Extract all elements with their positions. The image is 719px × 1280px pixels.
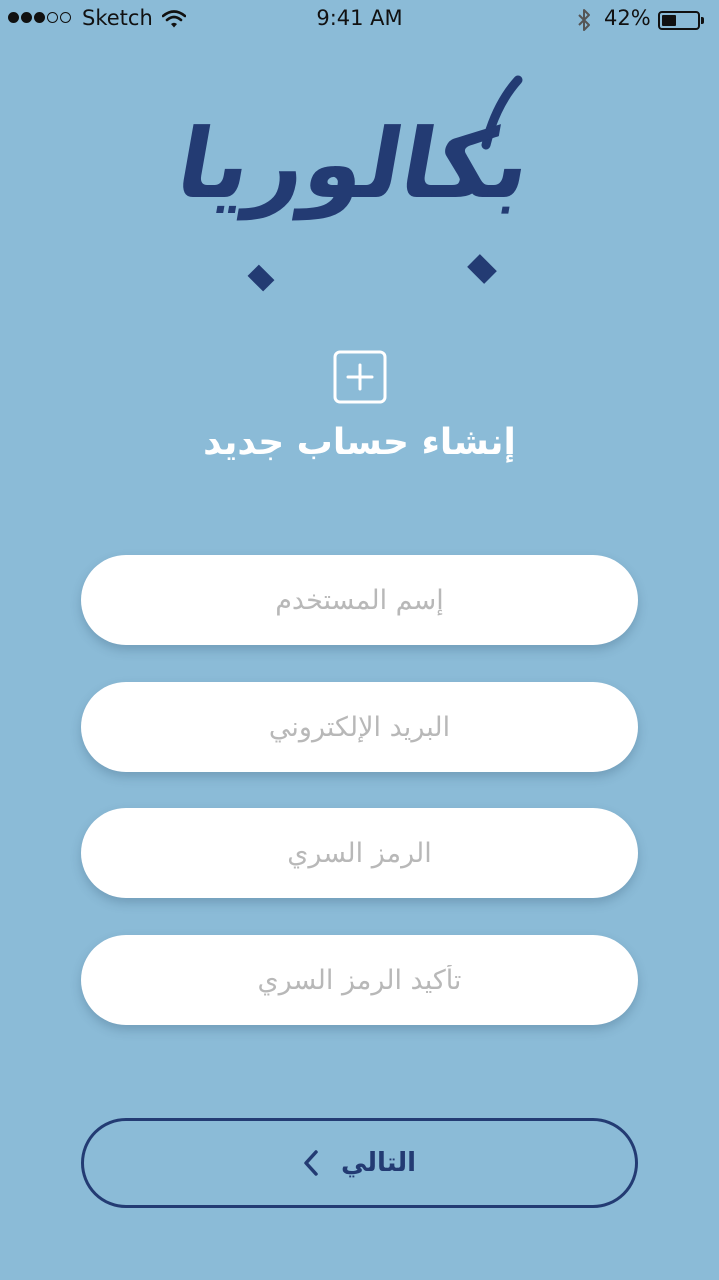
password-field-container (81, 808, 638, 898)
password-input[interactable] (81, 808, 638, 898)
battery-level (662, 15, 676, 26)
chevron-left-icon (304, 1150, 318, 1176)
next-button-label: التالي (340, 1148, 417, 1178)
page-title: إنشاء حساب جديد (203, 422, 516, 463)
battery-tip (701, 17, 704, 24)
bluetooth-icon (578, 9, 590, 31)
app-logo: بكالوريا (169, 70, 540, 300)
battery-percent: 42% (604, 6, 651, 30)
battery-icon (658, 11, 700, 30)
email-input[interactable] (81, 682, 638, 772)
plus-square-icon (333, 350, 387, 404)
status-bar: Sketch 9:41 AM 42% (0, 0, 719, 40)
logo-text: بكالوريا (168, 108, 540, 220)
email-field-container (81, 682, 638, 772)
username-input[interactable] (81, 555, 638, 645)
username-field-container (81, 555, 638, 645)
confirm-password-field-container (81, 935, 638, 1025)
next-button[interactable]: التالي (81, 1118, 638, 1208)
confirm-password-input[interactable] (81, 935, 638, 1025)
